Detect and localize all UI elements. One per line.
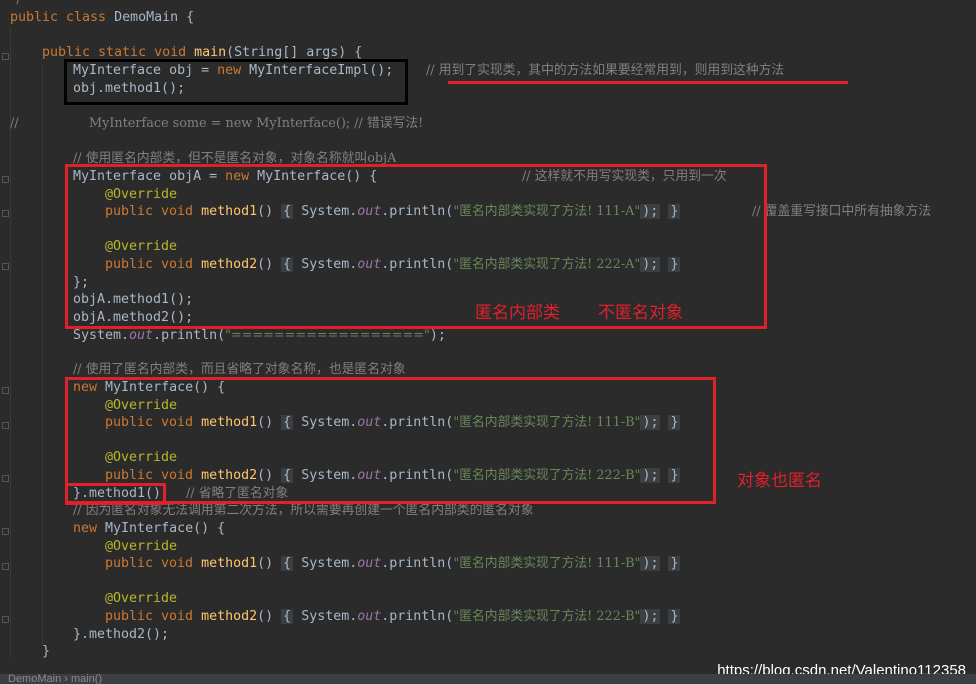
fold-marker-icon[interactable] bbox=[2, 53, 9, 60]
fold-marker-icon[interactable] bbox=[2, 563, 9, 570]
breadcrumb[interactable]: DemoMain › main() bbox=[0, 674, 976, 684]
highlight-box-black bbox=[64, 59, 408, 105]
code-line: }.method2(); bbox=[73, 627, 170, 642]
code-line: new MyInterface() { bbox=[73, 521, 226, 536]
indent-guide bbox=[42, 64, 43, 644]
fold-marker-icon[interactable] bbox=[2, 176, 9, 183]
highlight-box-method-call bbox=[65, 483, 166, 505]
comment-underline bbox=[448, 81, 848, 84]
code-line: */ bbox=[10, 0, 21, 9]
code-line: public void method2() { System.out.print… bbox=[105, 609, 681, 624]
code-line: } bbox=[42, 644, 51, 659]
fold-marker-icon[interactable] bbox=[2, 387, 9, 394]
fold-marker-icon[interactable] bbox=[2, 528, 9, 535]
code-comment: // 覆盖重写接口中所有抽象方法 bbox=[752, 204, 932, 219]
fold-marker-icon[interactable] bbox=[2, 210, 9, 217]
fold-marker-icon[interactable] bbox=[2, 422, 9, 429]
code-comment: // 使用了匿名内部类，而且省略了对象名称，也是匿名对象 bbox=[73, 362, 406, 377]
annotation-note: 匿名内部类 bbox=[475, 303, 560, 323]
code-line: @Override bbox=[105, 539, 178, 554]
code-line: // bbox=[10, 116, 19, 131]
code-line: System.out.println("==================")… bbox=[73, 328, 446, 343]
code-line: public class DemoMain { bbox=[10, 10, 195, 25]
code-line: public void method1() { System.out.print… bbox=[105, 556, 681, 571]
code-comment: MyInterface some = new MyInterface(); //… bbox=[89, 116, 424, 131]
annotation-note: 对象也匿名 bbox=[737, 471, 822, 491]
fold-marker-icon[interactable] bbox=[2, 616, 9, 623]
annotation-note: 不匿名对象 bbox=[598, 303, 683, 323]
fold-marker-icon[interactable] bbox=[2, 263, 9, 270]
breadcrumb-text: DemoMain › main() bbox=[8, 674, 103, 684]
code-comment: // 用到了实现类，其中的方法如果要经常用到，则用到这种方法 bbox=[426, 63, 785, 78]
fold-marker-icon[interactable] bbox=[2, 475, 9, 482]
code-line: @Override bbox=[105, 591, 178, 606]
